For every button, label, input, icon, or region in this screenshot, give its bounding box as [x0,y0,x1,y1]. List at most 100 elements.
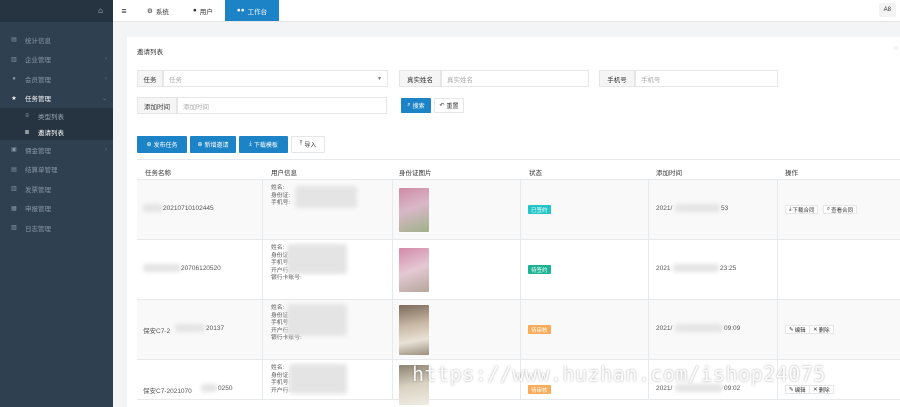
sidebar: ⌂ ▤ 统计信息 ▥ 企业管理 ‹ ● 会员管理 ‹ ★ 任务管理 ⌄ ≡ 类型列表 ≣ 邀请列表… [0,0,113,407]
upload-icon: ⤒ [299,141,303,147]
download-template-button[interactable]: ⤓ 下载模板 [239,136,288,153]
status-badge: 待签约 [528,265,551,274]
edit-button[interactable]: ✎ 编辑 [785,325,810,334]
tab-user[interactable]: ● 用户 [181,0,225,21]
pencil-icon: ✎ [789,326,794,333]
chevron-down-icon: ⌄ [101,95,107,102]
user-icon: ● [192,7,197,14]
refresh-icon[interactable]: ○ [894,45,898,52]
sidebar-header: ⌂ [0,0,113,22]
sidebar-subitem-invites[interactable]: ≣ 邀请列表 [0,124,113,140]
status-badge: 待审核 [528,385,551,394]
add-time-end: 09:02 [724,385,741,392]
edit-button[interactable]: ✎ 编辑 [785,385,810,394]
column-status: 状态 [529,170,542,177]
sidebar-item-commission[interactable]: ▣ 佣金管理 ‹ [0,140,113,160]
sidebar-item-members[interactable]: ● 会员管理 ‹ [0,69,113,89]
close-icon: ✕ [813,386,818,393]
id-card-image[interactable] [399,188,429,232]
add-time-end: 23:25 [720,265,737,272]
table-row[interactable]: 20706120520 姓名: 身份证: 手机号: 开户行: 银行卡账号: 待签… [137,240,900,300]
view-contract-button[interactable]: ⌕ 查看合同 [823,205,858,214]
add-time: 2021 [656,265,671,272]
publish-task-button[interactable]: ⊕ 发布任务 [137,136,187,153]
tab-system[interactable]: ⚙ 系统 [135,0,181,21]
id-card-image[interactable] [399,248,429,292]
home-icon[interactable]: ⌂ [98,6,103,15]
download-icon: ⤓ [789,206,792,212]
id-card-image[interactable] [399,305,429,355]
list-icon: ▤ [11,166,17,173]
reset-button[interactable]: ↶ 重置 [434,98,464,113]
page-title: 邀请列表 [137,49,163,56]
list-icon: ≡ [25,113,29,119]
add-invite-button[interactable]: ⊕ 新增邀请 [190,136,236,153]
task-name-end: 20137 [206,325,225,332]
close-icon: ✕ [813,326,818,333]
money-icon: ▣ [11,147,17,154]
column-user-info: 用户信息 [271,170,297,177]
invite-list-panel: 邀请列表 ○ 任务 任务 ▼ 真实姓名 真实姓名 手机号 手机号 添加时间 添加… [127,37,900,407]
status-badge: 已签约 [528,205,551,214]
sidebar-menu: ▤ 统计信息 ▥ 企业管理 ‹ ● 会员管理 ‹ ★ 任务管理 ⌄ ≡ 类型列表 ≣ 邀请列表 ▣… [0,22,113,238]
table-row[interactable]: 保安C7-2 20137 姓名: 身份证: 手机号: 开户行: 银行卡账号: 待… [137,300,900,360]
column-id-image: 身份证图片 [399,170,432,177]
task-filter-label: 任务 [137,70,163,87]
add-time: 2021/ [656,205,673,212]
menu-toggle-icon[interactable]: ≡ [113,0,135,21]
list-icon: ≣ [24,129,30,136]
sidebar-item-declare[interactable]: ▦ 申报管理 [0,199,113,219]
building-icon: ▥ [11,56,17,63]
delete-button[interactable]: ✕ 删除 [809,325,834,334]
pencil-icon: ✎ [789,386,794,393]
gear-icon: ⚙ [147,7,153,15]
report-icon: ▦ [11,205,17,212]
tab-workbench[interactable]: ●● 工作台 [224,0,280,21]
user-info: 姓名: 身份证: 手机号: [271,185,291,207]
sidebar-subitem-types[interactable]: ≡ 类型列表 [0,108,113,124]
table-header: 任务名称 用户信息 身份证图片 状态 添加时间 操作 [137,159,900,180]
sidebar-item-invoice[interactable]: ▥ 发票管理 [0,179,113,199]
column-actions: 操作 [785,170,798,177]
chevron-left-icon: ‹ [105,75,107,82]
chart-icon: ▤ [11,37,17,44]
time-input[interactable]: 添加时间 [177,97,387,114]
add-time: 2021/ [656,385,673,392]
watermark: https://www.huzhan.com/ishop24075 [412,362,826,386]
sidebar-item-company[interactable]: ▥ 企业管理 ‹ [0,50,113,70]
caret-down-icon: ▼ [377,75,382,82]
name-filter-label: 真实姓名 [399,70,441,87]
phone-filter-label: 手机号 [599,70,635,87]
sidebar-item-logs[interactable]: ▧ 日志管理 [0,218,113,238]
download-contract-button[interactable]: ⤓ 下载合同 [785,205,819,214]
sidebar-item-stats[interactable]: ▤ 统计信息 [0,30,113,50]
name-input[interactable]: 真实姓名 [441,70,589,87]
file-icon: ▥ [11,186,17,193]
phone-input[interactable]: 手机号 [635,70,778,87]
users-icon: ●● [236,7,245,14]
task-name: 保安C7-2021070 [143,388,192,395]
task-name-end: 0250 [218,385,233,392]
add-time-end: 09:09 [724,325,741,332]
plus-circle-icon: ⊕ [197,142,203,148]
column-add-time: 添加时间 [656,170,682,177]
task-name: 20706120520 [181,265,221,272]
import-button[interactable]: ⤒ 导入 [291,136,325,153]
star-icon: ★ [11,95,17,102]
add-time: 2021/ [656,325,673,332]
plus-circle-icon: ⊕ [146,142,152,148]
task-name: 20210710102445 [163,205,214,212]
task-select[interactable]: 任务 ▼ [163,70,388,87]
delete-button[interactable]: ✕ 删除 [809,385,834,394]
download-icon: ⤓ [249,141,252,147]
user-info: 姓名: 身份证: 手机号: 开户行: [271,365,291,394]
sidebar-item-settlement[interactable]: ▤ 结算单管理 [0,160,113,180]
status-badge: 待审核 [528,325,551,334]
account-button[interactable]: A8 [878,3,896,17]
table-row[interactable]: 20210710102445 姓名: 身份证: 手机号: 已签约 2021/ 5… [137,180,900,240]
user-icon: ● [12,75,16,82]
chevron-left-icon: ‹ [105,146,107,153]
sidebar-item-tasks[interactable]: ★ 任务管理 ⌄ [0,89,113,109]
column-task-name: 任务名称 [145,170,171,177]
search-button[interactable]: ⌕ 搜索 [401,98,431,113]
